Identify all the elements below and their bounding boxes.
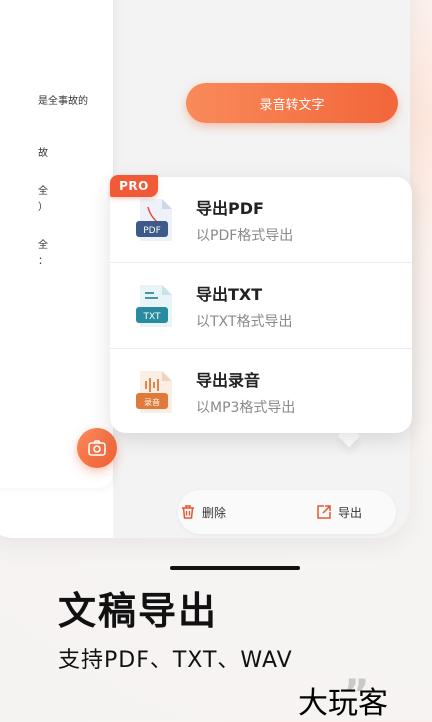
doc-text-line: 全 bbox=[38, 240, 48, 251]
pdf-icon-label: PDF bbox=[143, 226, 161, 236]
menu-item-title: 导出PDF bbox=[196, 199, 264, 218]
menu-item-subtitle: 以TXT格式导出 bbox=[196, 314, 293, 330]
txt-icon-label: TXT bbox=[142, 312, 161, 322]
export-audio-item[interactable]: 录音 导出录音 以MP3格式导出 bbox=[110, 349, 412, 434]
audio-file-icon: 录音 bbox=[136, 371, 172, 413]
doc-text-line: 是全事故的 bbox=[38, 96, 88, 107]
doc-text-line: 故 bbox=[38, 148, 48, 159]
doc-text-line: ： bbox=[38, 256, 48, 267]
trash-icon bbox=[182, 505, 194, 519]
export-icon bbox=[317, 505, 331, 519]
page-subheadline: 支持PDF、TXT、WAV bbox=[58, 648, 293, 673]
page-headline: 文稿导出 bbox=[58, 589, 219, 633]
menu-item-subtitle: 以PDF格式导出 bbox=[196, 228, 294, 244]
menu-item-title: 导出录音 bbox=[196, 371, 261, 390]
audio-icon-label: 录音 bbox=[144, 397, 160, 407]
camera-button[interactable] bbox=[77, 428, 117, 468]
watermark: 大玩客 bbox=[298, 686, 388, 721]
delete-label: 删除 bbox=[202, 505, 227, 520]
delete-button[interactable]: 删除 bbox=[180, 490, 226, 534]
transcribe-button[interactable]: 录音转文字 bbox=[186, 83, 398, 123]
menu-item-title: 导出TXT bbox=[196, 285, 263, 304]
txt-file-icon: TXT bbox=[136, 285, 172, 327]
doc-text-line: 全 bbox=[38, 186, 48, 197]
pro-badge: PRO bbox=[110, 175, 158, 197]
export-txt-item[interactable]: TXT 导出TXT 以TXT格式导出 bbox=[110, 263, 412, 348]
doc-text-line: ） bbox=[38, 202, 48, 213]
action-bar: 删除 导出 bbox=[178, 490, 396, 534]
camera-icon bbox=[88, 440, 106, 456]
pdf-file-icon: PDF bbox=[136, 199, 172, 241]
export-button[interactable]: 导出 bbox=[316, 490, 362, 534]
export-menu: PDF 导出PDF 以PDF格式导出 TXT 导出TXT 以TXT格式导出 录音… bbox=[110, 175, 412, 434]
document-panel: 是全事故的 故 全 ） 全 ： bbox=[0, 0, 113, 488]
home-indicator bbox=[170, 566, 300, 570]
export-label: 导出 bbox=[338, 505, 363, 520]
menu-item-subtitle: 以MP3格式导出 bbox=[196, 400, 296, 416]
